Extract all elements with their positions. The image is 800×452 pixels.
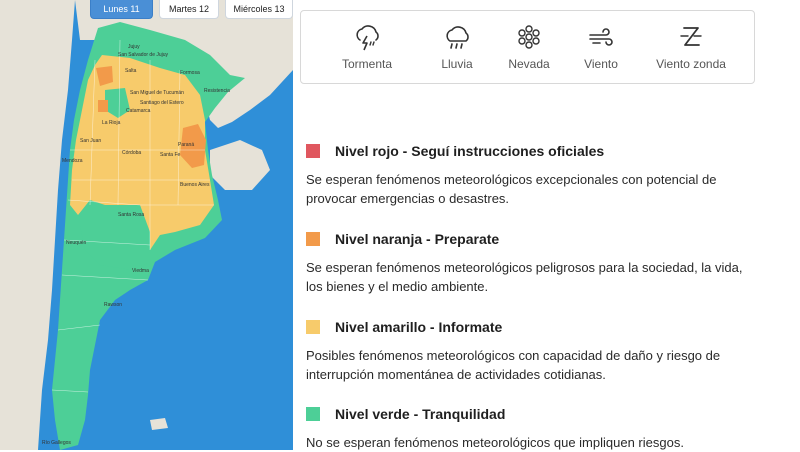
phenomenon-wind[interactable]: Viento xyxy=(578,23,624,71)
place-label: Santa Rosa xyxy=(118,212,145,218)
place-label: Jujuy xyxy=(128,44,140,50)
phenomena-filter: Tormenta Lluvia Nevada Viento Viento zon… xyxy=(300,10,755,84)
tab-miercoles[interactable]: Miércoles 13 xyxy=(225,0,293,19)
phenomenon-storm[interactable]: Tormenta xyxy=(339,23,395,71)
zonda-wind-icon xyxy=(680,27,702,46)
place-label: Santa Fe xyxy=(160,152,181,158)
level-description: No se esperan fenómenos meteorológicos q… xyxy=(306,435,684,450)
storm-icon xyxy=(356,25,379,51)
phenomenon-label: Nevada xyxy=(508,57,550,71)
phenomenon-label: Viento xyxy=(584,57,618,71)
place-label: San Salvador de Jujuy xyxy=(118,52,169,58)
islands xyxy=(150,418,168,430)
place-label: Mendoza xyxy=(62,158,83,164)
place-label: Rawson xyxy=(104,302,123,308)
phenomenon-zonda[interactable]: Viento zonda xyxy=(651,23,731,71)
tab-martes[interactable]: Martes 12 xyxy=(159,0,219,19)
level-description: Se esperan fenómenos meteorológicos peli… xyxy=(306,260,743,294)
place-label: Santiago del Estero xyxy=(140,100,184,106)
place-label: San Miguel de Tucumán xyxy=(130,90,184,96)
place-label: Viedma xyxy=(132,268,149,274)
place-label: Neuquén xyxy=(66,240,87,246)
alert-map[interactable]: Jujuy San Salvador de Jujuy Salta Formos… xyxy=(0,0,293,450)
level-title: Nivel verde - Tranquilidad xyxy=(335,406,506,422)
orange-patch-catamarca xyxy=(98,100,108,112)
day-tabs: Lunes 11 Martes 12 Miércoles 13 xyxy=(90,0,293,19)
place-label: Córdoba xyxy=(122,150,142,156)
phenomenon-label: Viento zonda xyxy=(656,57,726,71)
level-color-swatch xyxy=(306,407,320,421)
argentina-map xyxy=(0,0,293,450)
level-color-swatch xyxy=(306,232,320,246)
level-color-swatch xyxy=(306,144,320,158)
tab-lunes[interactable]: Lunes 11 xyxy=(90,0,153,19)
level-description: Se esperan fenómenos meteorológicos exce… xyxy=(306,172,717,206)
level-title: Nivel naranja - Preparate xyxy=(335,231,500,247)
place-label: Formosa xyxy=(180,70,200,76)
uruguay-land xyxy=(210,140,270,190)
place-label: La Rioja xyxy=(102,120,121,126)
place-label: Catamarca xyxy=(126,108,151,114)
place-label: Buenos Aires xyxy=(180,182,210,188)
level-color-swatch xyxy=(306,320,320,334)
place-label: Río Gallegos xyxy=(42,440,71,446)
place-label: San Juan xyxy=(80,138,102,144)
place-label: Paraná xyxy=(178,142,195,148)
phenomenon-label: Tormenta xyxy=(341,57,393,71)
rain-icon xyxy=(446,26,469,49)
place-label: Resistencia xyxy=(204,88,230,94)
phenomenon-rain[interactable]: Lluvia xyxy=(432,23,482,71)
snow-icon xyxy=(518,25,540,49)
level-description: Posibles fenómenos meteorológicos con ca… xyxy=(306,348,721,382)
place-label: Salta xyxy=(125,68,137,74)
phenomenon-label: Lluvia xyxy=(441,57,473,71)
level-title: Nivel amarillo - Informate xyxy=(335,319,503,335)
level-title: Nivel rojo - Seguí instrucciones oficial… xyxy=(335,143,605,159)
wind-icon xyxy=(589,28,613,46)
phenomenon-snow[interactable]: Nevada xyxy=(504,23,554,71)
